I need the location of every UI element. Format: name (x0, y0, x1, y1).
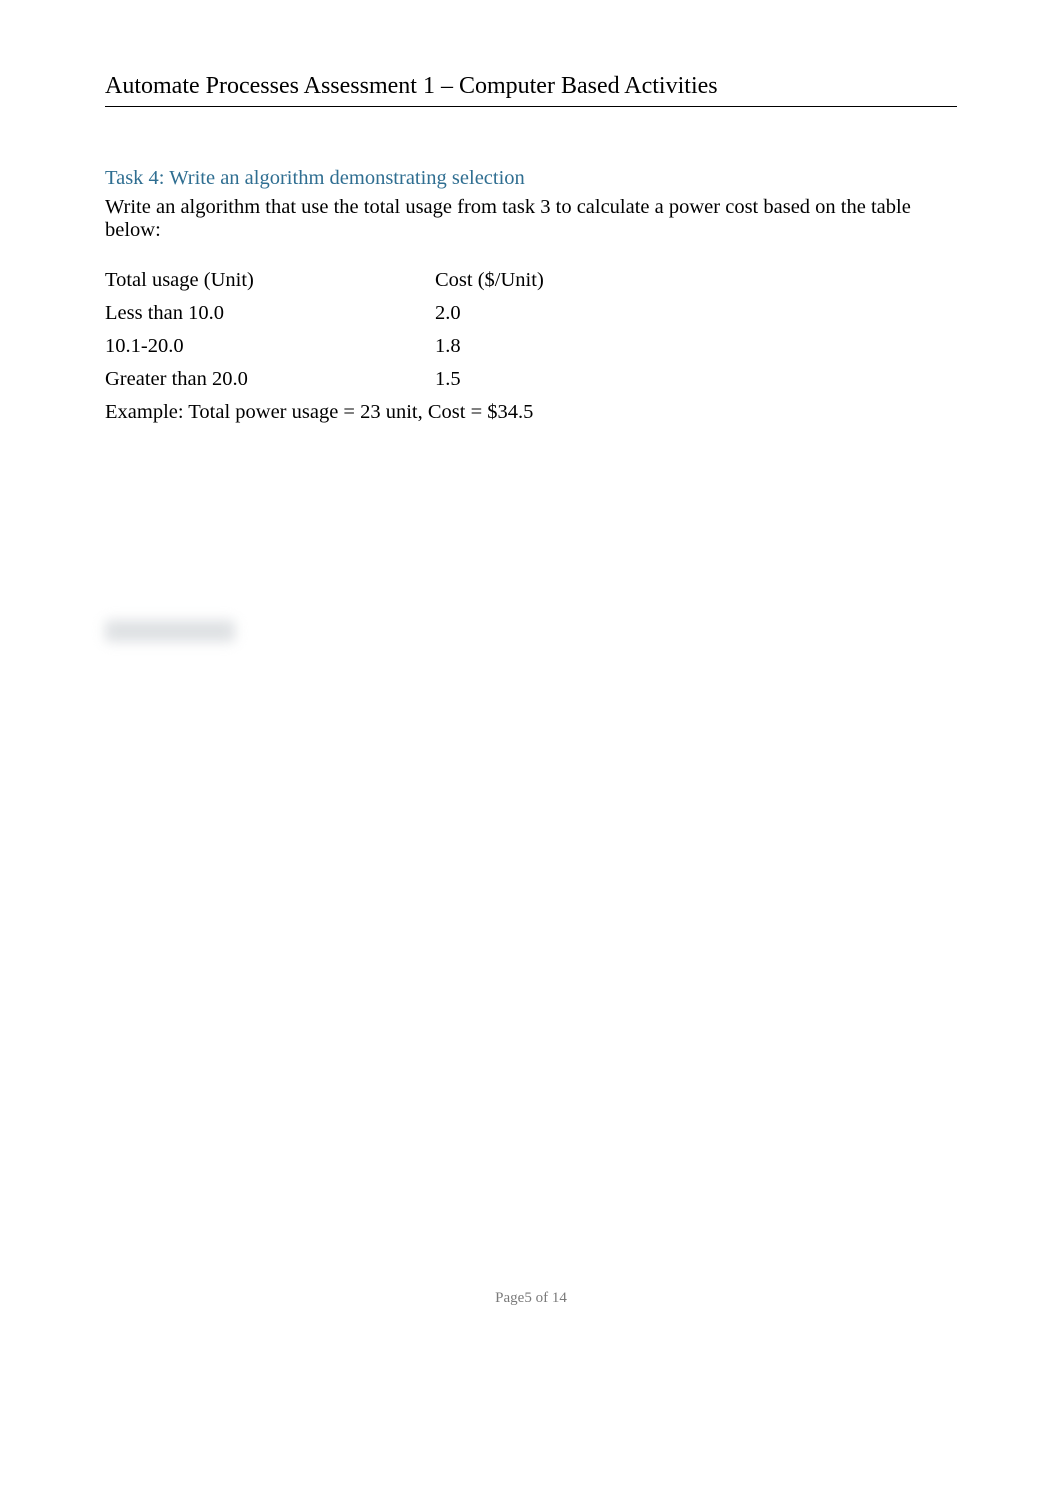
table-cell-cost: 1.8 (435, 330, 544, 363)
table-row: Greater than 20.0 1.5 (105, 363, 544, 396)
table-row: Less than 10.0 2.0 (105, 297, 544, 330)
task-description: Write an algorithm that use the total us… (105, 196, 957, 242)
table-cell-cost: 1.5 (435, 363, 544, 396)
table-cell-cost: 2.0 (435, 297, 544, 330)
footer-page-label: Page (495, 1290, 524, 1306)
example-text: Example: Total power usage = 23 unit, Co… (105, 401, 957, 424)
page-footer: Page5 of 14 (0, 1290, 1062, 1307)
task-heading: Task 4: Write an algorithm demonstrating… (105, 167, 957, 190)
page-header-title: Automate Processes Assessment 1 – Comput… (105, 73, 957, 100)
table-row: 10.1-20.0 1.8 (105, 330, 544, 363)
table-header-row: Total usage (Unit) Cost ($/Unit) (105, 264, 544, 297)
footer-page-sep: of (536, 1290, 549, 1306)
table-header-usage: Total usage (Unit) (105, 264, 435, 297)
header-divider (105, 106, 957, 107)
table-cell-usage: Greater than 20.0 (105, 363, 435, 396)
blurred-region (105, 620, 235, 642)
cost-table: Total usage (Unit) Cost ($/Unit) Less th… (105, 264, 544, 396)
footer-page-total: 14 (552, 1290, 567, 1306)
document-page: Automate Processes Assessment 1 – Comput… (0, 0, 1062, 1506)
table-cell-usage: Less than 10.0 (105, 297, 435, 330)
table-cell-usage: 10.1-20.0 (105, 330, 435, 363)
table-header-cost: Cost ($/Unit) (435, 264, 544, 297)
footer-page-current: 5 (524, 1290, 532, 1306)
